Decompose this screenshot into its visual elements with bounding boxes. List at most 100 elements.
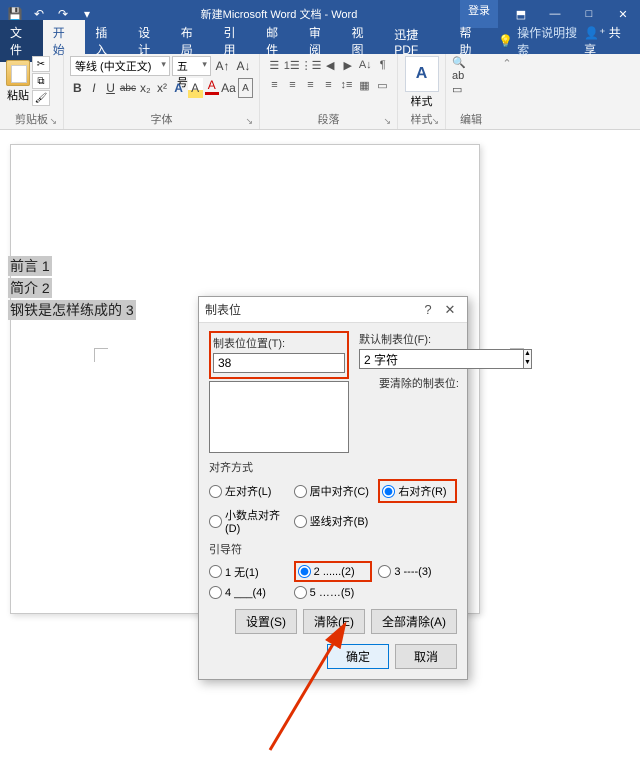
clear-button[interactable]: 清除(E): [303, 609, 365, 634]
align-bar-radio[interactable]: 竖线对齐(B): [294, 507, 373, 535]
font-size-combo[interactable]: 五号: [172, 56, 211, 76]
align-decimal-radio[interactable]: 小数点对齐(D): [209, 507, 288, 535]
tell-me-label: 操作说明搜索: [517, 24, 584, 58]
replace-button[interactable]: ab: [452, 70, 490, 82]
group-font: 等线 (中文正文) 五号 A↑ A↓ B I U abc x₂ x² A A A…: [64, 54, 260, 129]
tab-position-input[interactable]: [213, 353, 345, 373]
italic-button[interactable]: I: [87, 78, 102, 98]
alignment-group-title: 对齐方式: [209, 459, 457, 475]
font-launcher-icon[interactable]: ↘: [245, 116, 253, 127]
char-border-button[interactable]: A: [238, 78, 253, 98]
margin-corner: [94, 348, 108, 362]
borders-icon[interactable]: ▭: [374, 76, 391, 94]
align-left-radio[interactable]: 左对齐(L): [209, 479, 288, 503]
strike-button[interactable]: abc: [120, 78, 136, 98]
collapse-ribbon-icon[interactable]: ⌃: [496, 54, 518, 129]
search-icon: 🔍: [452, 56, 466, 69]
copy-icon[interactable]: ⧉: [32, 73, 50, 89]
leader-3-radio[interactable]: 3 ----(3): [378, 561, 457, 582]
tab-position-label: 制表位位置(T):: [213, 335, 345, 351]
clear-all-button[interactable]: 全部清除(A): [371, 609, 457, 634]
change-case-button[interactable]: Aa: [221, 78, 236, 98]
share-button[interactable]: 👤⁺ 共享: [584, 24, 640, 58]
tabs-dialog: 制表位 ? ✕ 制表位位置(T): 默认制表位(F): ▲▼: [198, 296, 468, 680]
show-marks-icon[interactable]: ¶: [375, 56, 392, 74]
numbering-icon[interactable]: 1☰: [284, 56, 301, 74]
leader-2-radio[interactable]: 2 ......(2): [294, 561, 373, 582]
group-paragraph-label: 段落↘: [266, 111, 391, 129]
leader-group-title: 引导符: [209, 541, 457, 557]
grow-font-icon[interactable]: A↑: [213, 56, 232, 76]
spin-down-icon[interactable]: ▼: [524, 359, 531, 368]
paste-icon: [6, 60, 30, 86]
leader-4-radio[interactable]: 4 ___(4): [209, 586, 288, 599]
doc-line-2: 简介 2: [8, 278, 52, 298]
group-editing: 🔍 ab ▭ 编辑: [446, 54, 496, 129]
align-right-radio[interactable]: 右对齐(R): [378, 479, 457, 503]
leader-5-radio[interactable]: 5 ……(5): [294, 586, 373, 599]
default-tab-spinner[interactable]: ▲▼: [359, 349, 459, 369]
leader-1-radio[interactable]: 1 无(1): [209, 561, 288, 582]
font-name-combo[interactable]: 等线 (中文正文): [70, 56, 170, 76]
styles-label-btn[interactable]: 样式: [411, 93, 433, 109]
bullets-icon[interactable]: ☰: [266, 56, 283, 74]
set-button[interactable]: 设置(S): [235, 609, 297, 634]
line-spacing-icon[interactable]: ↕≡: [338, 76, 355, 94]
share-icon: 👤⁺: [584, 26, 605, 40]
paste-button[interactable]: 粘贴: [6, 60, 30, 103]
increase-indent-icon[interactable]: ▶: [340, 56, 357, 74]
justify-icon[interactable]: ≡: [320, 76, 337, 94]
group-font-label: 字体↘: [70, 111, 253, 129]
align-center-icon[interactable]: ≡: [284, 76, 301, 94]
format-painter-icon[interactable]: 🖌: [32, 90, 50, 106]
group-clipboard-label: 剪贴板↘: [6, 111, 57, 129]
dialog-title: 制表位: [205, 301, 417, 318]
group-styles-label: 样式↘: [404, 111, 439, 129]
dialog-titlebar[interactable]: 制表位 ? ✕: [199, 297, 467, 323]
paste-label: 粘贴: [7, 87, 29, 103]
spin-up-icon[interactable]: ▲: [524, 350, 531, 359]
bulb-icon: 💡: [498, 34, 513, 48]
replace-icon: ab: [452, 70, 464, 82]
paragraph-launcher-icon[interactable]: ↘: [383, 116, 391, 127]
document-text[interactable]: 前言 1 简介 2 钢铁是怎样练成的 3: [8, 256, 136, 322]
multilevel-icon[interactable]: ⋮☰: [301, 56, 321, 74]
cancel-button[interactable]: 取消: [395, 644, 457, 669]
shading-icon[interactable]: ▦: [356, 76, 373, 94]
find-button[interactable]: 🔍: [452, 56, 490, 69]
styles-icon[interactable]: A: [405, 56, 439, 92]
default-tab-label: 默认制表位(F):: [359, 331, 459, 347]
underline-button[interactable]: U: [103, 78, 118, 98]
group-paragraph: ☰ 1☰ ⋮☰ ◀ ▶ A↓ ¶ ≡ ≡ ≡ ≡ ↕≡ ▦ ▭ 段落↘: [260, 54, 398, 129]
ribbon-tabs: 文件 开始 插入 设计 布局 引用 邮件 审阅 视图 迅捷PDF 帮助 💡 操作…: [0, 28, 640, 54]
shrink-font-icon[interactable]: A↓: [234, 56, 253, 76]
tab-position-list[interactable]: [209, 381, 349, 453]
align-center-radio[interactable]: 居中对齐(C): [294, 479, 373, 503]
tell-me-search[interactable]: 💡 操作说明搜索: [498, 24, 584, 58]
highlight-button[interactable]: A: [188, 78, 203, 98]
dialog-help-icon[interactable]: ?: [417, 302, 439, 317]
bold-button[interactable]: B: [70, 78, 85, 98]
ribbon: 粘贴 ✂ ⧉ 🖌 剪贴板↘ 等线 (中文正文) 五号 A↑ A↓ B I U a…: [0, 54, 640, 130]
ok-button[interactable]: 确定: [327, 644, 389, 669]
font-color-button[interactable]: A: [205, 78, 220, 95]
doc-line-1: 前言 1: [8, 256, 52, 276]
decrease-indent-icon[interactable]: ◀: [322, 56, 339, 74]
select-icon: ▭: [452, 83, 462, 96]
sort-icon[interactable]: A↓: [357, 56, 374, 74]
group-editing-label: 编辑: [452, 111, 490, 129]
superscript-button[interactable]: x²: [155, 78, 170, 98]
group-clipboard: 粘贴 ✂ ⧉ 🖌 剪贴板↘: [0, 54, 64, 129]
document-area: 前言 1 简介 2 钢铁是怎样练成的 3 制表位 ? ✕ 制表位位置(T): 默…: [0, 130, 640, 629]
cut-icon[interactable]: ✂: [32, 56, 50, 72]
subscript-button[interactable]: x₂: [138, 78, 153, 98]
default-tab-input[interactable]: [359, 349, 523, 369]
align-left-icon[interactable]: ≡: [266, 76, 283, 94]
clipboard-launcher-icon[interactable]: ↘: [49, 116, 57, 127]
doc-line-3: 钢铁是怎样练成的 3: [8, 300, 136, 320]
leader-options: 1 无(1) 2 ......(2) 3 ----(3) 4 ___(4) 5 …: [209, 561, 457, 599]
align-right-icon[interactable]: ≡: [302, 76, 319, 94]
styles-launcher-icon[interactable]: ↘: [431, 116, 439, 127]
dialog-close-icon[interactable]: ✕: [439, 302, 461, 318]
select-button[interactable]: ▭: [452, 83, 490, 96]
